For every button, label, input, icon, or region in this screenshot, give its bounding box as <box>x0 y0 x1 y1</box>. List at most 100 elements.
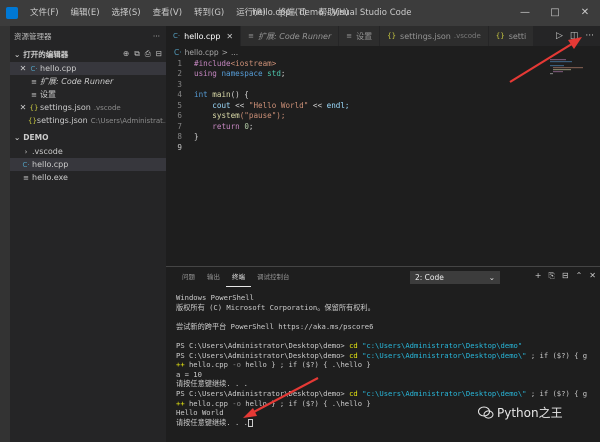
tab-output[interactable]: 输出 <box>201 267 226 287</box>
terminal-line: Windows PowerShell <box>176 293 254 302</box>
close-icon[interactable]: ✕ <box>18 103 28 112</box>
open-editor-item[interactable]: {} settings.json C:\Users\Administrat... <box>10 114 166 127</box>
extension-page-icon: ≡ <box>31 77 37 86</box>
tab-hello-cpp[interactable]: C· hello.cpp ✕ <box>166 26 242 46</box>
close-icon[interactable]: ✕ <box>226 32 233 41</box>
workspace-title: DEMO <box>23 132 49 142</box>
chevron-right-icon: › <box>24 147 28 156</box>
explorer-sidebar: 资源管理器 ··· ⌄ 打开的编辑器 ⊕ ⧉ ⎙ ⊟ ✕ C· hello.cp… <box>10 26 166 442</box>
code-token: #include <box>194 58 231 68</box>
open-editor-name: settings.json <box>36 116 88 125</box>
json-file-icon: {} <box>495 32 505 40</box>
terminal-line: 版权所有 (C) Microsoft Corporation。保留所有权利。 <box>176 302 375 312</box>
code-token: cout <box>212 100 231 110</box>
line-number: 1 <box>177 58 182 68</box>
chevron-down-icon: ⌄ <box>14 49 21 59</box>
minimize-button[interactable]: — <box>510 0 540 26</box>
explorer-header: 资源管理器 ··· <box>10 26 166 46</box>
window-title: hello.cpp - demo - Visual Studio Code <box>252 8 412 18</box>
terminal-flag: -o <box>232 360 241 370</box>
json-file-icon: {} <box>387 32 397 40</box>
tab-label: settings.json <box>400 31 451 41</box>
tree-item[interactable]: C· hello.cpp <box>10 158 166 171</box>
tab-problems[interactable]: 问题 <box>176 267 201 287</box>
workspace-section[interactable]: ⌄ DEMO <box>10 129 166 145</box>
code-token: std <box>267 69 281 79</box>
title-bar: 文件(F) 编辑(E) 选择(S) 查看(V) 转到(G) 运行(R) 终端(T… <box>0 0 600 26</box>
tab-terminal[interactable]: 终端 <box>226 267 251 287</box>
open-editor-path: C:\Users\Administrat... <box>90 116 166 125</box>
save-all-icon[interactable]: ⎙ <box>145 49 151 59</box>
code-token: using <box>194 69 217 79</box>
line-number: 6 <box>177 111 182 121</box>
new-terminal-icon[interactable]: + <box>535 271 542 281</box>
more-actions-icon[interactable]: ··· <box>585 31 594 41</box>
code-token: namespace <box>221 69 263 79</box>
menu-view[interactable]: 查看(V) <box>147 0 188 26</box>
explorer-more-button[interactable]: ··· <box>153 32 160 41</box>
tab-settings-json[interactable]: {} settings.json .vscode <box>380 26 489 46</box>
code-token: main <box>212 90 231 100</box>
terminal-text: ++ <box>176 360 185 370</box>
line-number: 2 <box>177 69 182 79</box>
menu-selection[interactable]: 选择(S) <box>106 0 147 26</box>
open-editor-item[interactable]: ≡ 扩展: Code Runner <box>10 75 166 88</box>
terminal-command: cd <box>349 388 358 398</box>
code-token: ; <box>280 69 286 79</box>
terminal-text: hello } ; if ($?) { .\hello } <box>240 360 371 370</box>
menu-edit[interactable]: 编辑(E) <box>65 0 106 26</box>
file-icon: ≡ <box>23 173 29 182</box>
new-file-icon[interactable]: ⊕ <box>123 49 129 59</box>
open-editor-name: hello.cpp <box>40 64 77 73</box>
run-code-icon[interactable]: ▷ <box>556 31 563 41</box>
terminal-line: PS C:\Users\Administrator\Desktop\demo> … <box>176 389 600 399</box>
breadcrumb-file[interactable]: hello.cpp <box>185 48 219 57</box>
terminal-prompt: PS C:\Users\Administrator\Desktop\demo> <box>176 340 350 350</box>
open-editor-item[interactable]: ✕ C· hello.cpp <box>10 62 166 75</box>
terminal-argument: "c:\Users\Administrator\Desktop\demo" <box>357 340 523 350</box>
open-editor-name: 扩展: Code Runner <box>40 77 114 86</box>
code-line: 6 system ("pause"); <box>166 111 600 122</box>
toggle-vertical-icon[interactable]: ⧉ <box>134 49 139 59</box>
breadcrumb: C· hello.cpp > ... <box>166 46 238 58</box>
explorer-title: 资源管理器 <box>14 31 52 41</box>
close-icon[interactable]: ✕ <box>18 64 28 73</box>
tab-label: hello.cpp <box>184 31 221 41</box>
tab-debug-console[interactable]: 调试控制台 <box>251 267 296 287</box>
terminal-select[interactable]: 2: Code ⌄ <box>410 271 500 284</box>
terminal-text: hello.cpp <box>184 360 233 370</box>
menu-file[interactable]: 文件(F) <box>24 0 65 26</box>
kill-terminal-icon[interactable]: ⊟ <box>562 271 569 281</box>
open-editors-section[interactable]: ⌄ 打开的编辑器 ⊕ ⧉ ⎙ ⊟ <box>10 46 166 62</box>
maximize-button[interactable]: □ <box>540 0 570 26</box>
tab-code-runner[interactable]: ≡ 扩展: Code Runner <box>241 26 340 46</box>
code-line: 1 #include <iostream> <box>166 58 600 69</box>
close-all-icon[interactable]: ⊟ <box>156 49 162 59</box>
line-number: 8 <box>177 132 182 142</box>
code-token: return <box>212 121 240 131</box>
code-line: 8 } <box>166 132 600 143</box>
tab-settings-json-user[interactable]: {} setti <box>488 26 535 46</box>
split-terminal-icon[interactable]: ⎘ <box>548 271 554 281</box>
tree-item[interactable]: ≡ hello.exe <box>10 171 166 184</box>
code-editor[interactable]: 1 #include <iostream> 2 using namespace s… <box>166 58 600 258</box>
menu-go[interactable]: 转到(G) <box>188 0 230 26</box>
line-number: 4 <box>177 90 182 100</box>
tab-path: .vscode <box>453 32 481 40</box>
close-window-button[interactable]: ✕ <box>570 0 600 26</box>
close-panel-icon[interactable]: ✕ <box>589 271 596 281</box>
editor-tabs: C· hello.cpp ✕ ≡ 扩展: Code Runner ≡ 设置 {}… <box>166 26 600 46</box>
breadcrumb-more[interactable]: ... <box>231 48 238 57</box>
split-editor-icon[interactable]: ◫ <box>570 31 579 41</box>
panel-actions: + ⎘ ⊟ ⌃ ✕ <box>535 271 596 281</box>
minimap[interactable] <box>550 58 590 78</box>
maximize-panel-icon[interactable]: ⌃ <box>576 271 583 281</box>
watermark: Python之王 <box>478 404 563 421</box>
open-editor-item[interactable]: ✕ {} settings.json .vscode <box>10 101 166 114</box>
tab-label: 设置 <box>356 31 373 41</box>
code-token: int <box>194 90 208 100</box>
open-editor-item[interactable]: ≡ 设置 <box>10 88 166 101</box>
tab-settings[interactable]: ≡ 设置 <box>339 26 381 46</box>
cpp-file-icon: C· <box>22 160 30 169</box>
tree-item[interactable]: › .vscode <box>10 145 166 158</box>
